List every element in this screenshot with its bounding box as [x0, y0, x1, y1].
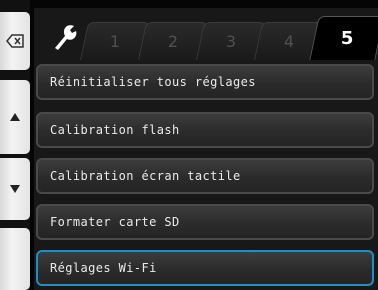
tab-5[interactable]: 5 [309, 16, 378, 60]
tab-3-label: 3 [225, 32, 236, 51]
menu-item-label: Réglages Wi-Fi [50, 261, 157, 275]
tab-4-label: 4 [283, 32, 294, 51]
tab-bar: 1 2 3 4 5 [38, 16, 378, 60]
backspace-icon [6, 34, 24, 48]
menu-item-label: Calibration flash [50, 123, 180, 137]
menu-item-flash-calibration[interactable]: Calibration flash [36, 112, 374, 148]
menu-item-label: Calibration écran tactile [50, 169, 241, 183]
tab-2-label: 2 [167, 32, 178, 51]
menu-item-format-sd[interactable]: Formater carte SD [36, 204, 374, 240]
side-blank-button[interactable] [0, 228, 30, 290]
menu-item-label: Réinitialiser tous réglages [50, 75, 256, 89]
menu-item-reset-all[interactable]: Réinitialiser tous réglages [36, 64, 374, 100]
tab-5-label: 5 [340, 28, 354, 49]
menu-item-touchscreen-calibration[interactable]: Calibration écran tactile [36, 158, 374, 194]
side-button-strip [0, 0, 30, 290]
settings-panel: 1 2 3 4 5 Réinitialiser tous réglages Ca… [34, 8, 378, 290]
scroll-up-button[interactable] [0, 80, 30, 154]
menu-item-label: Formater carte SD [50, 215, 180, 229]
tab-1-label: 1 [109, 32, 120, 51]
back-button[interactable] [0, 12, 30, 70]
triangle-up-icon [10, 113, 20, 121]
wrench-icon [52, 23, 78, 55]
triangle-down-icon [10, 185, 20, 193]
menu-item-wifi-settings[interactable]: Réglages Wi-Fi [36, 250, 374, 286]
scroll-down-button[interactable] [0, 158, 30, 220]
